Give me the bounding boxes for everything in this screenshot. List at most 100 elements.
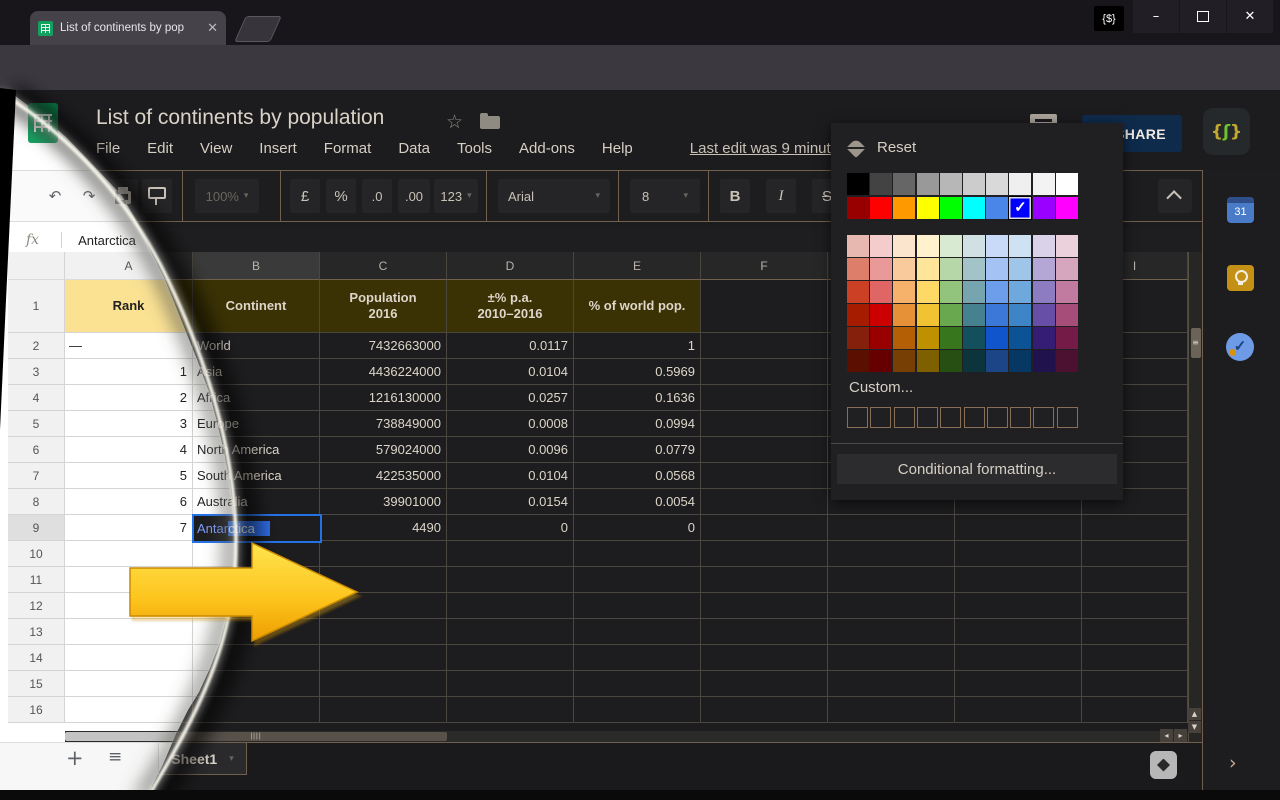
color-swatch-cccccc[interactable] bbox=[963, 173, 985, 195]
tasks-icon[interactable]: ✓ bbox=[1226, 333, 1254, 361]
collapse-toolbar-button[interactable] bbox=[1158, 179, 1192, 213]
column-header-e[interactable]: E bbox=[574, 252, 701, 280]
color-swatch-0c343d[interactable] bbox=[963, 350, 985, 372]
cell-D2[interactable]: 0.0117 bbox=[447, 333, 574, 359]
sheet-tab-sheet1[interactable]: Sheet1 ▾ bbox=[158, 743, 247, 775]
more-formats-button[interactable]: 123▾ bbox=[434, 179, 478, 213]
color-swatch-666666[interactable] bbox=[893, 173, 915, 195]
paint-format-button[interactable] bbox=[142, 179, 172, 213]
color-swatch-cfe2f3[interactable] bbox=[1009, 235, 1031, 257]
cell-I16[interactable] bbox=[1082, 697, 1188, 723]
menu-format[interactable]: Format bbox=[324, 140, 372, 157]
cell-C15[interactable] bbox=[320, 671, 447, 697]
color-swatch-3d85c6[interactable] bbox=[1009, 304, 1031, 326]
cell-H15[interactable] bbox=[955, 671, 1082, 697]
color-swatch-351c75[interactable] bbox=[1033, 327, 1055, 349]
cell-I11[interactable] bbox=[1082, 567, 1188, 593]
cell-F9[interactable] bbox=[701, 515, 828, 541]
color-swatch-7f6000[interactable] bbox=[917, 350, 939, 372]
color-swatch-a64d79[interactable] bbox=[1056, 304, 1078, 326]
color-swatch-bf9000[interactable] bbox=[917, 327, 939, 349]
cell-C9[interactable]: 4490 bbox=[320, 515, 447, 541]
cell-F1[interactable] bbox=[701, 280, 828, 333]
browser-tab[interactable]: List of continents by pop ✕ bbox=[30, 11, 226, 45]
cell-D5[interactable]: 0.0008 bbox=[447, 411, 574, 437]
italic-button[interactable]: I bbox=[766, 179, 796, 213]
custom-color-slot-5[interactable] bbox=[940, 407, 961, 428]
cell-D13[interactable] bbox=[447, 619, 574, 645]
color-swatch-1c4587[interactable] bbox=[986, 350, 1008, 372]
cell-D11[interactable] bbox=[447, 567, 574, 593]
cell-C4[interactable]: 1216130000 bbox=[320, 385, 447, 411]
document-title[interactable]: List of continents by population bbox=[96, 106, 384, 130]
font-size-select[interactable]: 8▾ bbox=[630, 179, 700, 213]
color-swatch-ffffff[interactable] bbox=[1056, 173, 1078, 195]
cell-F12[interactable] bbox=[701, 593, 828, 619]
cell-G12[interactable] bbox=[828, 593, 955, 619]
color-swatch-a61c00[interactable] bbox=[847, 304, 869, 326]
cell-D15[interactable] bbox=[447, 671, 574, 697]
cell-F13[interactable] bbox=[701, 619, 828, 645]
color-swatch-e06666[interactable] bbox=[870, 281, 892, 303]
color-swatch-ffe599[interactable] bbox=[917, 258, 939, 280]
column-header-c[interactable]: C bbox=[320, 252, 447, 280]
new-tab-button[interactable] bbox=[234, 16, 282, 42]
cell-G16[interactable] bbox=[828, 697, 955, 723]
cell-E2[interactable]: 1 bbox=[574, 333, 701, 359]
move-to-folder-icon[interactable] bbox=[480, 116, 500, 129]
color-swatch-f4cccc[interactable] bbox=[870, 235, 892, 257]
cell-C12[interactable] bbox=[320, 593, 447, 619]
custom-color-slot-4[interactable] bbox=[917, 407, 938, 428]
color-swatch-f9cb9c[interactable] bbox=[893, 258, 915, 280]
active-cell-editor-B9[interactable]: Antarctica bbox=[192, 514, 322, 543]
cell-H13[interactable] bbox=[955, 619, 1082, 645]
sheet-tab-caret-icon[interactable]: ▾ bbox=[229, 754, 234, 764]
bold-button[interactable]: B bbox=[720, 179, 750, 213]
color-swatch-f3f3f3[interactable] bbox=[1033, 173, 1055, 195]
column-header-f[interactable]: F bbox=[701, 252, 828, 280]
color-swatch-0b5394[interactable] bbox=[1009, 327, 1031, 349]
side-panel-collapse-icon[interactable]: › bbox=[1229, 752, 1237, 774]
scroll-down-button[interactable]: ▼ bbox=[1188, 721, 1201, 733]
cell-F2[interactable] bbox=[701, 333, 828, 359]
column-header-b[interactable]: B bbox=[193, 252, 320, 280]
custom-color-slot-9[interactable] bbox=[1033, 407, 1054, 428]
cell-C2[interactable]: 7432663000 bbox=[320, 333, 447, 359]
cell-D1[interactable]: ±% p.a. 2010–2016 bbox=[447, 280, 574, 333]
cell-E1[interactable]: % of world pop. bbox=[574, 280, 701, 333]
color-swatch-999999[interactable] bbox=[917, 173, 939, 195]
cell-D9[interactable]: 0 bbox=[447, 515, 574, 541]
menu-help[interactable]: Help bbox=[602, 140, 633, 157]
cell-E14[interactable] bbox=[574, 645, 701, 671]
custom-color-slot-6[interactable] bbox=[964, 407, 985, 428]
cell-E6[interactable]: 0.0779 bbox=[574, 437, 701, 463]
cell-B3[interactable]: Asia bbox=[193, 359, 320, 385]
color-swatch-ff0000[interactable] bbox=[870, 197, 892, 219]
custom-color-slot-2[interactable] bbox=[870, 407, 891, 428]
scroll-right-button[interactable]: ▸ bbox=[1174, 729, 1187, 742]
menu-data[interactable]: Data bbox=[398, 140, 430, 157]
menu-view[interactable]: View bbox=[200, 140, 232, 157]
cell-F14[interactable] bbox=[701, 645, 828, 671]
color-swatch-1155cc[interactable] bbox=[986, 327, 1008, 349]
menu-tools[interactable]: Tools bbox=[457, 140, 492, 157]
cell-E4[interactable]: 0.1636 bbox=[574, 385, 701, 411]
cell-F7[interactable] bbox=[701, 463, 828, 489]
picker-reset-row[interactable]: Reset bbox=[849, 139, 916, 156]
horizontal-scrollbar[interactable]: |||| bbox=[65, 731, 1188, 742]
cell-G9[interactable] bbox=[828, 515, 955, 541]
cell-I13[interactable] bbox=[1082, 619, 1188, 645]
account-avatar[interactable]: {ʃ} bbox=[1203, 108, 1250, 155]
cell-C3[interactable]: 4436224000 bbox=[320, 359, 447, 385]
explore-button[interactable] bbox=[1150, 751, 1177, 779]
color-swatch-6d9eeb[interactable] bbox=[986, 281, 1008, 303]
color-swatch-b6d7a8[interactable] bbox=[940, 258, 962, 280]
cell-D14[interactable] bbox=[447, 645, 574, 671]
color-swatch-c27ba0[interactable] bbox=[1056, 281, 1078, 303]
keep-icon[interactable] bbox=[1227, 265, 1254, 291]
cell-H10[interactable] bbox=[955, 541, 1082, 567]
color-swatch-660000[interactable] bbox=[870, 350, 892, 372]
color-swatch-9fc5e8[interactable] bbox=[1009, 258, 1031, 280]
color-swatch-a4c2f4[interactable] bbox=[986, 258, 1008, 280]
cell-B15[interactable] bbox=[193, 671, 320, 697]
